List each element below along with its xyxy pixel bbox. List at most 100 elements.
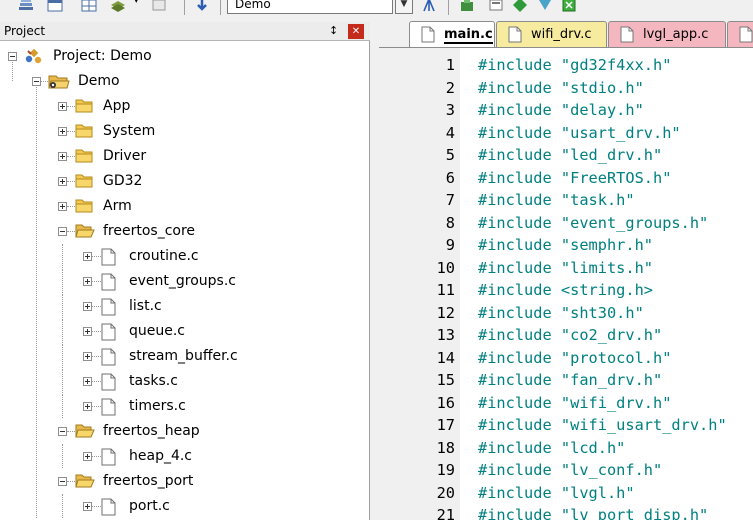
collapse-minus-icon[interactable] bbox=[8, 52, 17, 61]
collapse-minus-icon[interactable] bbox=[32, 77, 41, 86]
code-line[interactable]: 5 #include "led_drv.h" bbox=[379, 144, 753, 166]
expand-plus-icon[interactable] bbox=[83, 377, 92, 386]
expand-plus-icon[interactable] bbox=[83, 327, 92, 336]
code-line[interactable]: 15 #include "fan_drv.h" bbox=[379, 369, 753, 391]
tree-node-driver[interactable]: Driver bbox=[0, 144, 370, 169]
collapse-minus-icon[interactable] bbox=[58, 477, 67, 486]
window-icon[interactable] bbox=[47, 0, 63, 13]
expand-plus-icon[interactable] bbox=[83, 302, 92, 311]
tree-node-heap-4-c[interactable]: heap_4.c bbox=[0, 444, 370, 469]
code-line[interactable]: 14 #include "protocol.h" bbox=[379, 347, 753, 369]
code-text: #include "usart_drv.h" bbox=[478, 122, 681, 144]
load-download-icon[interactable] bbox=[194, 0, 210, 13]
tab-wifi-drv-c[interactable]: wifi_drv.c bbox=[496, 21, 607, 47]
preprocessor-directive: #include bbox=[478, 461, 552, 479]
line-number: 12 bbox=[436, 303, 455, 322]
code-text: #include "fan_drv.h" bbox=[478, 369, 662, 391]
expand-plus-icon[interactable] bbox=[83, 402, 92, 411]
options-icon[interactable] bbox=[151, 0, 167, 13]
expand-plus-icon[interactable] bbox=[83, 452, 92, 461]
tab-overflow[interactable] bbox=[727, 21, 753, 47]
tree-node-demo[interactable]: Demo bbox=[0, 69, 370, 94]
tree-node-label: event_groups.c bbox=[129, 273, 236, 289]
code-line[interactable]: 17 #include "wifi_usart_drv.h" bbox=[379, 414, 753, 436]
code-line[interactable]: 11 #include <string.h> bbox=[379, 279, 753, 301]
code-editor[interactable]: 1 #include "gd32f4xx.h" 2 #include "stdio.h… bbox=[379, 48, 753, 520]
tree-node-freertos-port[interactable]: freertos_port bbox=[0, 469, 370, 494]
panel-header: Project ↕ ✕ bbox=[0, 22, 370, 41]
expand-plus-icon[interactable] bbox=[58, 202, 67, 211]
code-line[interactable]: 4 #include "usart_drv.h" bbox=[379, 122, 753, 144]
tree-node-tasks-c[interactable]: tasks.c bbox=[0, 369, 370, 394]
code-line[interactable]: 9 #include "semphr.h" bbox=[379, 234, 753, 256]
code-line[interactable]: 12 #include "sht30.h" bbox=[379, 302, 753, 324]
pin-icon[interactable]: ↕ bbox=[329, 24, 338, 37]
tree-node-freertos-heap[interactable]: freertos_heap bbox=[0, 419, 370, 444]
tree-node-system[interactable]: System bbox=[0, 119, 370, 144]
tree-node-event-groups-c[interactable]: event_groups.c bbox=[0, 269, 370, 294]
tree-node-label: freertos_port bbox=[103, 473, 194, 489]
expand-plus-icon[interactable] bbox=[83, 502, 92, 511]
tab-lvgl-app-c[interactable]: lvgl_app.c bbox=[608, 21, 726, 47]
code-line[interactable]: 6 #include "FreeRTOS.h" bbox=[379, 167, 753, 189]
pack-installer-icon[interactable] bbox=[512, 0, 528, 13]
code-line[interactable]: 10 #include "limits.h" bbox=[379, 257, 753, 279]
toolbar-separator bbox=[220, 0, 221, 15]
layers-icon[interactable] bbox=[110, 0, 126, 13]
expand-plus-icon[interactable] bbox=[58, 102, 67, 111]
expand-plus-icon[interactable] bbox=[58, 177, 67, 186]
code-line[interactable]: 19 #include "lv_conf.h" bbox=[379, 459, 753, 481]
tree-node-timers-c[interactable]: timers.c bbox=[0, 394, 370, 419]
code-line[interactable]: 21 #include "lv_port_disp.h" bbox=[379, 504, 753, 520]
code-line[interactable]: 7 #include "task.h" bbox=[379, 189, 753, 211]
line-number: 1 bbox=[445, 56, 455, 74]
grid-window-icon[interactable] bbox=[81, 0, 97, 13]
file-icon bbox=[101, 373, 116, 395]
project-panel: Project ↕ ✕ Project: Demo Demo App System Dr… bbox=[0, 22, 370, 520]
expand-plus-icon[interactable] bbox=[83, 352, 92, 361]
tab-main-c[interactable]: main.c bbox=[409, 21, 495, 47]
line-number: 6 bbox=[445, 168, 455, 187]
expand-plus-icon[interactable] bbox=[58, 127, 67, 136]
tree-node-list-c[interactable]: list.c bbox=[0, 294, 370, 319]
tree-node-port-c[interactable]: port.c bbox=[0, 494, 370, 519]
panel-splitter[interactable] bbox=[371, 15, 379, 520]
tree-node-stream-buffer-c[interactable]: stream_buffer.c bbox=[0, 344, 370, 369]
select-packs-icon[interactable] bbox=[537, 0, 553, 13]
stack-icon[interactable] bbox=[18, 0, 34, 13]
tree-node-queue-c[interactable]: queue.c bbox=[0, 319, 370, 344]
file-extensions-icon[interactable] bbox=[488, 0, 504, 13]
code-text: #include "co2_drv.h" bbox=[478, 324, 662, 346]
code-line[interactable]: 8 #include "event_groups.h" bbox=[379, 212, 753, 234]
tree-node-label: Arm bbox=[103, 198, 132, 214]
code-line[interactable]: 13 #include "co2_drv.h" bbox=[379, 324, 753, 346]
code-line[interactable]: 2 #include "stdio.h" bbox=[379, 77, 753, 99]
target-options-icon[interactable] bbox=[421, 0, 437, 13]
code-line[interactable]: 20 #include "lvgl.h" bbox=[379, 482, 753, 504]
close-button[interactable]: ✕ bbox=[348, 24, 364, 39]
file-icon bbox=[508, 26, 522, 43]
tree-node-freertos-core[interactable]: freertos_core bbox=[0, 219, 370, 244]
chevron-down-icon[interactable]: ▼ bbox=[395, 0, 413, 14]
dropdown-arrow-icon[interactable]: ▾ bbox=[134, 0, 139, 6]
tree-node-arm[interactable]: Arm bbox=[0, 194, 370, 219]
line-number: 11 bbox=[436, 281, 455, 299]
expand-plus-icon[interactable] bbox=[83, 277, 92, 286]
expand-plus-icon[interactable] bbox=[83, 252, 92, 261]
code-line[interactable]: 18 #include "lcd.h" bbox=[379, 437, 753, 459]
tree-node-gd32[interactable]: GD32 bbox=[0, 169, 370, 194]
line-number: 10 bbox=[436, 258, 455, 277]
code-line[interactable]: 1 #include "gd32f4xx.h" bbox=[379, 54, 753, 76]
collapse-minus-icon[interactable] bbox=[58, 427, 67, 436]
build-target-select[interactable]: Demo bbox=[227, 0, 393, 14]
code-line[interactable]: 16 #include "wifi_drv.h" bbox=[379, 392, 753, 414]
manage-components-icon[interactable] bbox=[459, 0, 475, 13]
tree-node-app[interactable]: App bbox=[0, 94, 370, 119]
run-environment-icon[interactable] bbox=[561, 0, 577, 13]
expand-plus-icon[interactable] bbox=[58, 152, 67, 161]
tree-node-project-demo[interactable]: Project: Demo bbox=[0, 44, 370, 69]
collapse-minus-icon[interactable] bbox=[58, 227, 67, 236]
code-line[interactable]: 3 #include "delay.h" bbox=[379, 99, 753, 121]
file-icon bbox=[739, 26, 753, 43]
tree-node-croutine-c[interactable]: croutine.c bbox=[0, 244, 370, 269]
